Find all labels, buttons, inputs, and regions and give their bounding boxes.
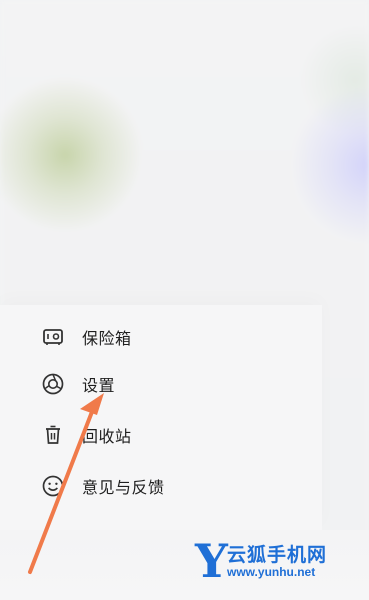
menu-item-label: 回收站	[82, 427, 132, 446]
menu-item-settings[interactable]: 设置	[0, 362, 322, 406]
menu-item-feedback[interactable]: 意见与反馈	[0, 464, 322, 508]
trash-icon	[40, 422, 66, 448]
side-menu: 保险箱 设置 回收站 意见与反馈	[0, 305, 322, 530]
watermark-y-letter: Y	[195, 534, 228, 588]
safe-icon	[40, 324, 66, 350]
menu-item-safe[interactable]: 保险箱	[0, 315, 322, 359]
menu-item-label: 保险箱	[82, 329, 132, 348]
watermark-url: www.yunhu.net	[227, 565, 316, 579]
watermark-logo: Y 云狐手机网 www.yunhu.net	[195, 534, 365, 588]
menu-item-label: 设置	[82, 376, 116, 395]
menu-item-label: 意见与反馈	[82, 478, 165, 497]
menu-item-trash[interactable]: 回收站	[0, 413, 322, 457]
settings-icon	[40, 371, 66, 397]
watermark-brand: 云狐手机网	[227, 544, 328, 566]
smile-icon	[40, 473, 66, 499]
